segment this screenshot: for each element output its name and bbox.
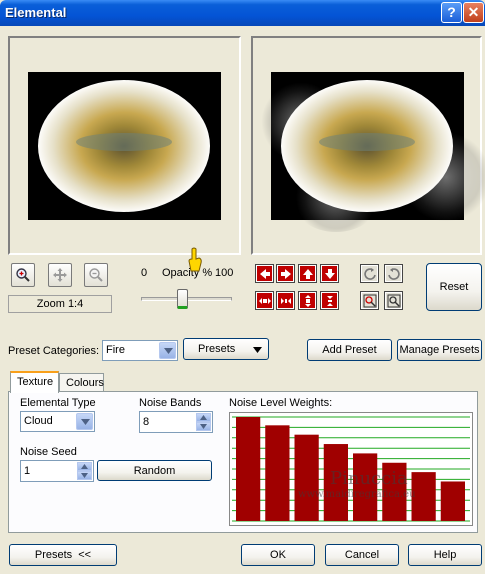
spin-up-icon — [81, 464, 88, 469]
expand-vertical-button[interactable] — [298, 291, 317, 310]
noise-weight-bar-8[interactable] — [440, 481, 465, 521]
noise-seed-label: Noise Seed — [20, 446, 77, 458]
noise-bands-decrement[interactable] — [196, 422, 211, 431]
elemental-type-value: Cloud — [24, 415, 53, 427]
reset-button[interactable]: Reset — [426, 263, 482, 311]
move-arrows-icon — [53, 268, 67, 282]
arrow-left-icon — [260, 269, 270, 279]
noise-weight-bar-1[interactable] — [236, 417, 261, 521]
spin-down-icon — [81, 473, 88, 478]
preset-category-select[interactable]: Fire — [102, 340, 178, 361]
noise-seed-value: 1 — [24, 465, 31, 477]
rotate-cw-icon — [388, 268, 400, 280]
window-title: Elemental — [5, 5, 67, 20]
manage-presets-button[interactable]: Manage Presets — [397, 339, 482, 361]
close-window-button[interactable]: ✕ — [463, 2, 484, 23]
noise-bands-value: 8 — [143, 416, 150, 428]
watermark-url: www.maidiregrafica.eu — [298, 489, 416, 500]
noise-bands-field[interactable]: 8 — [139, 411, 213, 433]
opacity-min-label: 0 — [141, 267, 148, 279]
zoom-in-button[interactable] — [11, 263, 35, 287]
cancel-button[interactable]: Cancel — [325, 544, 399, 566]
noise-seed-decrement[interactable] — [77, 471, 92, 480]
move-right-button[interactable] — [276, 264, 295, 283]
presets-dropdown-label: Presets — [198, 343, 236, 355]
preset-category-value: Fire — [106, 344, 125, 356]
zoom-actual-icon — [387, 294, 401, 308]
arrow-right-icon — [281, 269, 291, 279]
help-label: Help — [433, 549, 457, 561]
noise-weights-label: Noise Level Weights: — [229, 397, 333, 409]
noise-seed-field[interactable]: 1 — [20, 460, 94, 482]
tab-texture[interactable]: Texture — [10, 371, 59, 393]
magnifier-minus-icon — [89, 268, 103, 282]
shrink-vertical-icon — [327, 296, 333, 306]
preset-categories-label: Preset Categories: — [8, 345, 100, 357]
rotate-ccw-icon — [364, 268, 376, 280]
before-oval-image — [38, 80, 210, 212]
magnifier-plus-icon — [16, 268, 30, 282]
random-seed-button[interactable]: Random — [97, 460, 212, 481]
noise-weight-bar-2[interactable] — [265, 425, 290, 521]
before-preview-image[interactable] — [28, 72, 221, 220]
zoom-level-display: Zoom 1:4 — [8, 295, 112, 313]
rotate-right-button[interactable] — [384, 264, 403, 283]
cancel-label: Cancel — [344, 549, 380, 561]
tab-colours-label: Colours — [66, 377, 104, 389]
after-preview-image[interactable] — [261, 72, 485, 232]
tab-texture-label: Texture — [17, 376, 54, 388]
add-preset-button[interactable]: Add Preset — [307, 339, 392, 361]
ok-button[interactable]: OK — [241, 544, 315, 566]
pointer-hand-icon — [187, 247, 203, 273]
shrink-horizontal-icon — [281, 298, 291, 304]
opacity-slider-thumb[interactable] — [177, 289, 188, 309]
manage-presets-label: Manage Presets — [399, 344, 480, 356]
zoom-level-label: Zoom 1:4 — [36, 298, 84, 310]
random-seed-label: Random — [133, 465, 176, 477]
shrink-vertical-button[interactable] — [320, 291, 339, 310]
presets-dropdown-button[interactable]: Presets — [183, 338, 269, 360]
expand-horizontal-button[interactable] — [255, 291, 274, 310]
arrow-down-icon — [325, 269, 335, 279]
arrow-up-icon — [303, 269, 313, 279]
after-preview-frame — [251, 36, 485, 255]
before-preview-frame — [8, 36, 241, 255]
after-oval-image — [281, 80, 453, 212]
zoom-fit-button[interactable] — [360, 291, 379, 310]
zoom-fit-icon — [363, 294, 377, 308]
elemental-type-label: Elemental Type — [20, 397, 96, 409]
opacity-max-label: 100 — [215, 267, 234, 279]
pan-button[interactable] — [48, 263, 72, 287]
ok-label: OK — [270, 549, 286, 561]
spin-down-icon — [200, 424, 207, 429]
elemental-type-select[interactable]: Cloud — [20, 411, 95, 432]
triangle-down-icon — [253, 347, 262, 353]
noise-bands-label: Noise Bands — [139, 397, 202, 409]
rotate-left-button[interactable] — [360, 264, 379, 283]
spin-up-icon — [200, 415, 207, 420]
presets-toggle-label: Presets << — [34, 549, 92, 561]
move-down-button[interactable] — [320, 264, 339, 283]
noise-seed-increment[interactable] — [77, 462, 92, 471]
watermark-name: Pinuccia — [330, 468, 408, 489]
move-up-button[interactable] — [298, 264, 317, 283]
noise-weight-bar-3[interactable] — [294, 434, 319, 521]
help-button[interactable]: Help — [408, 544, 482, 566]
chevron-down-icon[interactable] — [76, 413, 93, 430]
move-left-button[interactable] — [255, 264, 274, 283]
noise-bands-increment[interactable] — [196, 413, 211, 422]
zoom-actual-button[interactable] — [384, 291, 403, 310]
shrink-horizontal-button[interactable] — [276, 291, 295, 310]
expand-horizontal-icon — [259, 298, 271, 304]
presets-toggle-button[interactable]: Presets << — [9, 544, 117, 566]
zoom-out-button[interactable] — [84, 263, 108, 287]
chevron-down-icon[interactable] — [159, 342, 176, 359]
add-preset-label: Add Preset — [322, 344, 377, 356]
title-bar: Elemental ? ✕ — [0, 0, 485, 26]
expand-vertical-icon — [305, 295, 311, 307]
tab-colours[interactable]: Colours — [59, 373, 104, 393]
help-title-button[interactable]: ? — [441, 2, 462, 23]
reset-button-label: Reset — [439, 281, 469, 293]
